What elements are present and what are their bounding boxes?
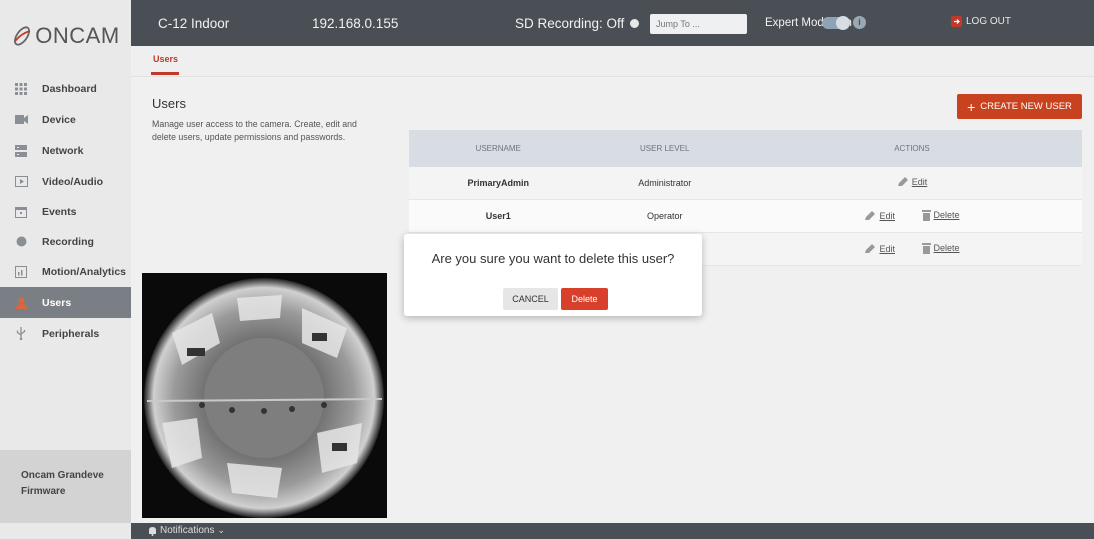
edit-user-button[interactable]: Edit (864, 243, 895, 254)
sidebar-item-motion-analytics[interactable]: Motion/Analytics (0, 256, 131, 287)
toggle-knob (836, 16, 850, 30)
sidebar-item-peripherals[interactable]: Peripherals (0, 318, 131, 349)
logout-button[interactable]: LOG OUT (951, 16, 1011, 27)
create-new-user-label: CREATE NEW USER (980, 101, 1072, 112)
delete-user-button[interactable]: Delete (921, 209, 960, 221)
actions-cell: Edit Delete (741, 232, 1082, 266)
pencil-icon (865, 210, 876, 220)
delete-label: Delete (933, 243, 960, 253)
user-level-cell: Administrator (587, 167, 742, 200)
sidebar-item-label: Peripherals (42, 327, 100, 340)
pencil-icon (865, 243, 876, 253)
username-cell: User1 (409, 199, 588, 233)
logout-label: LOG OUT (966, 16, 1012, 27)
firmware-line-2: Firmware (21, 486, 66, 497)
oncam-logo[interactable]: ONCAM (0, 0, 131, 72)
device-ip: 192.168.0.155 (312, 16, 399, 31)
tab-users[interactable]: Users (153, 54, 178, 64)
logout-icon (951, 16, 962, 27)
sidebar-item-recording[interactable]: Recording (0, 226, 131, 257)
sidebar-item-events[interactable]: Events (0, 196, 131, 227)
notifications-label: Notifications (160, 525, 215, 536)
camera-preview[interactable] (142, 273, 387, 518)
sidebar-item-label: Recording (42, 235, 94, 248)
tab-bar: Users (131, 46, 1094, 77)
notifications-toggle[interactable]: Notifications ⌄ (148, 525, 225, 536)
calendar-icon (14, 205, 28, 219)
delete-confirm-dialog: Are you sure you want to delete this use… (404, 234, 702, 316)
actions-cell: Edit Delete (741, 199, 1082, 233)
oncam-logo-icon (14, 26, 31, 46)
expert-mode-toggle[interactable] (822, 16, 850, 30)
sd-recording-label: SD Recording: Off (515, 16, 625, 31)
notifications-bar: Notifications ⌄ (131, 523, 1094, 539)
pencil-icon (897, 177, 908, 186)
sidebar-item-label: Network (42, 144, 84, 157)
edit-user-button[interactable]: Edit (897, 177, 928, 187)
delete-user-button[interactable]: Delete (921, 242, 960, 254)
usb-icon (14, 327, 28, 341)
table-row: User1 Operator Edit Delete (409, 199, 1082, 233)
network-icon (14, 144, 28, 158)
sd-status-dot-icon (630, 19, 640, 28)
fisheye-image (142, 273, 387, 518)
sidebar: ONCAM Dashboard Device Network Video/Aud… (0, 0, 131, 539)
sidebar-item-label: Motion/Analytics (42, 265, 127, 278)
edit-user-button[interactable]: Edit (864, 210, 895, 221)
sidebar-item-label: Users (42, 296, 72, 309)
username-cell: PrimaryAdmin (409, 167, 588, 200)
firmware-info: Oncam Grandeve Firmware (21, 468, 104, 500)
dialog-question: Are you sure you want to delete this use… (431, 251, 675, 266)
user-level-cell: Operator (587, 199, 742, 233)
record-dot-icon (14, 235, 28, 249)
info-icon[interactable]: i (853, 16, 866, 29)
sidebar-item-label: Dashboard (42, 82, 97, 95)
sidebar-item-users[interactable]: Users (0, 287, 131, 318)
chevron-down-icon: ⌄ (217, 525, 226, 535)
sidebar-item-label: Events (42, 205, 77, 218)
sidebar-item-dashboard[interactable]: Dashboard (0, 73, 131, 104)
delete-label: Delete (933, 210, 960, 220)
sd-recording-status: SD Recording: Off (515, 16, 640, 31)
logo-text: ONCAM (35, 23, 120, 48)
plus-icon: + (967, 98, 976, 115)
trash-icon (921, 242, 931, 254)
camera-icon (14, 113, 28, 127)
video-play-icon (14, 175, 28, 189)
edit-label: Edit (879, 210, 895, 221)
firmware-line-1: Oncam Grandeve (21, 470, 104, 481)
tab-active-indicator (151, 72, 179, 75)
trash-icon (921, 209, 931, 221)
top-header: C-12 Indoor 192.168.0.155 SD Recording: … (131, 0, 1094, 46)
actions-cell: Edit (741, 167, 1082, 200)
chart-icon (14, 265, 28, 279)
jump-to-input[interactable] (650, 14, 747, 34)
device-name: C-12 Indoor (158, 16, 230, 31)
column-header-username[interactable]: USERNAME (409, 130, 588, 167)
column-header-actions: ACTIONS (741, 130, 1082, 167)
edit-label: Edit (911, 177, 928, 187)
sidebar-item-label: Device (42, 113, 76, 126)
page-description: Manage user access to the camera. Create… (152, 119, 357, 142)
sidebar-item-device[interactable]: Device (0, 104, 131, 135)
sidebar-item-video-audio[interactable]: Video/Audio (0, 166, 131, 197)
user-icon (14, 296, 28, 310)
sidebar-item-network[interactable]: Network (0, 135, 131, 166)
page-title: Users (152, 96, 186, 111)
confirm-delete-button[interactable]: Delete (561, 288, 608, 310)
edit-label: Edit (879, 243, 895, 254)
table-header-row: USERNAME USER LEVEL ACTIONS (409, 130, 1082, 167)
bell-icon (149, 526, 156, 536)
sidebar-item-label: Video/Audio (42, 175, 104, 188)
table-row: PrimaryAdmin Administrator Edit (409, 167, 1082, 200)
column-header-user-level[interactable]: USER LEVEL (587, 130, 742, 167)
firmware-panel: Oncam Grandeve Firmware (0, 450, 131, 523)
cancel-button[interactable]: CANCEL (503, 288, 558, 310)
dashboard-grid-icon (14, 82, 28, 96)
create-new-user-button[interactable]: + CREATE NEW USER (957, 94, 1082, 119)
